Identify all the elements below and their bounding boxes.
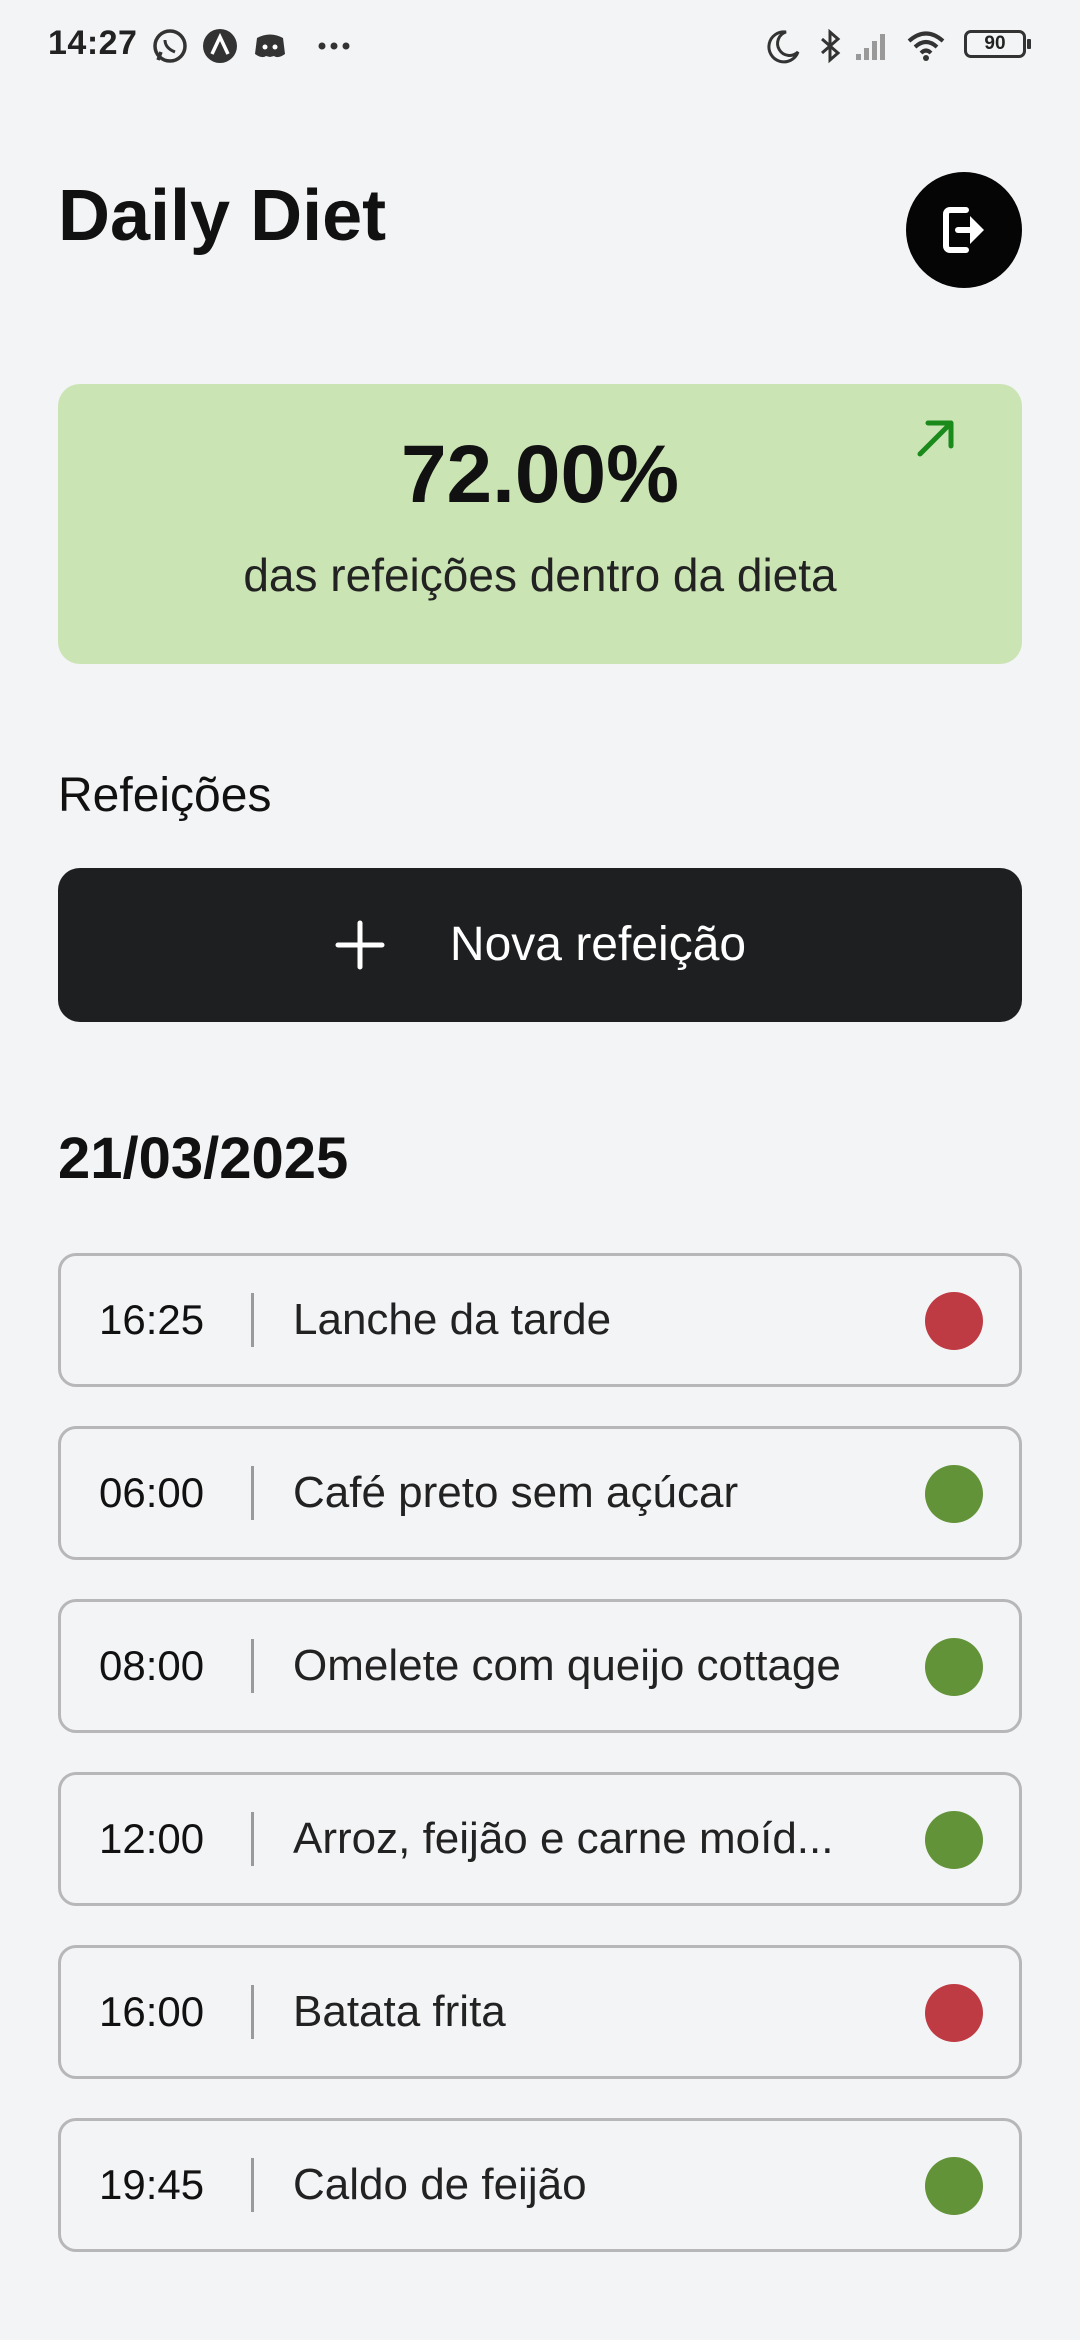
- new-meal-label: Nova refeição: [449, 918, 747, 971]
- meal-time: 06:00: [99, 1469, 205, 1516]
- logout-button[interactable]: [906, 172, 1022, 288]
- meal-name: Batata frita: [293, 1987, 506, 2036]
- meal-row[interactable]: 12:00 Arroz, feijão e carne moíd...: [58, 1772, 1022, 1906]
- meal-divider: [251, 2158, 254, 2212]
- battery-icon: 90: [964, 30, 1031, 58]
- status-in-diet-indicator: [925, 1465, 983, 1523]
- new-meal-button[interactable]: Nova refeição: [58, 868, 1022, 1022]
- meal-time: 16:00: [99, 1988, 205, 2035]
- status-off-diet-indicator: [925, 1984, 983, 2042]
- meal-name: Lanche da tarde: [293, 1295, 612, 1344]
- whatsapp-icon: [150, 26, 190, 66]
- page-title: Daily Diet: [58, 176, 387, 256]
- meal-name: Arroz, feijão e carne moíd...: [293, 1814, 834, 1863]
- meal-divider: [251, 1293, 254, 1347]
- discord-icon: [250, 26, 290, 66]
- status-off-diet-indicator: [925, 1292, 983, 1350]
- meal-row[interactable]: 16:25 Lanche da tarde: [58, 1253, 1022, 1387]
- date-heading: 21/03/2025: [58, 1126, 349, 1191]
- meal-time: 19:45: [99, 2161, 205, 2208]
- diet-percent: 72.00%: [400, 429, 680, 520]
- signal-icon: [852, 26, 892, 66]
- meal-divider: [251, 1812, 254, 1866]
- app-a-icon: [200, 26, 240, 66]
- diet-percent-label: das refeições dentro da dieta: [243, 549, 837, 601]
- logout-icon: [943, 207, 984, 253]
- meals-section-title: Refeições: [58, 769, 272, 822]
- meal-time: 12:00: [99, 1815, 205, 1862]
- meal-divider: [251, 1985, 254, 2039]
- status-in-diet-indicator: [925, 2157, 983, 2215]
- more-dots-icon: [314, 26, 354, 66]
- meal-row[interactable]: 06:00 Café preto sem açúcar: [58, 1426, 1022, 1560]
- status-time: 14:27: [48, 24, 138, 62]
- plus-icon: [335, 920, 385, 970]
- meal-divider: [251, 1639, 254, 1693]
- moon-icon: [764, 26, 804, 66]
- meal-row[interactable]: 19:45 Caldo de feijão: [58, 2118, 1022, 2252]
- meal-list: 16:25 Lanche da tarde 06:00 Café preto s…: [58, 1253, 1022, 2291]
- status-in-diet-indicator: [925, 1638, 983, 1696]
- meal-time: 08:00: [99, 1642, 205, 1689]
- meal-name: Omelete com queijo cottage: [293, 1641, 841, 1690]
- meal-row[interactable]: 08:00 Omelete com queijo cottage: [58, 1599, 1022, 1733]
- meal-row[interactable]: 16:00 Batata frita: [58, 1945, 1022, 2079]
- status-bar: 14:27 90: [0, 0, 1080, 90]
- diet-stats-card[interactable]: 72.00% das refeições dentro da dieta: [58, 384, 1022, 664]
- bluetooth-icon: [810, 26, 850, 66]
- meal-name: Caldo de feijão: [293, 2160, 587, 2209]
- meal-divider: [251, 1466, 254, 1520]
- wifi-icon: [906, 26, 946, 66]
- meal-name: Café preto sem açúcar: [293, 1468, 739, 1517]
- status-in-diet-indicator: [925, 1811, 983, 1869]
- meal-time: 16:25: [99, 1296, 205, 1343]
